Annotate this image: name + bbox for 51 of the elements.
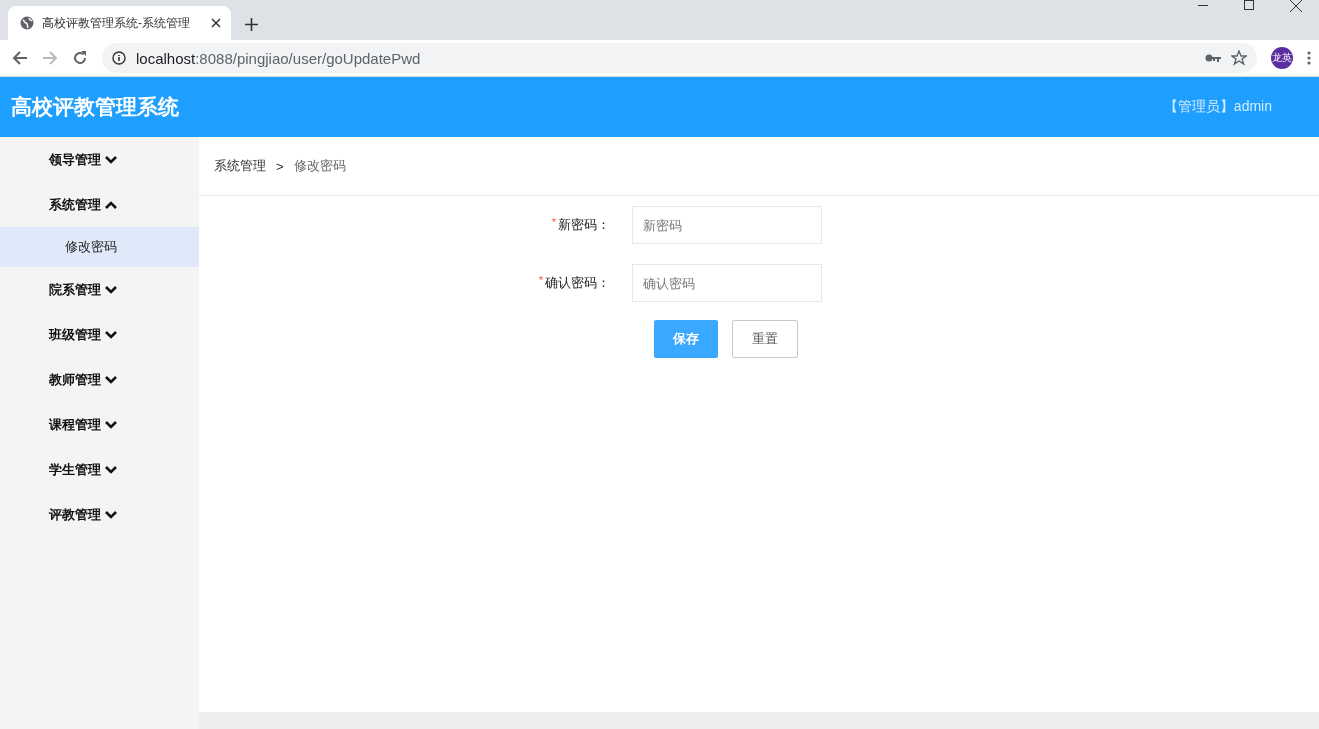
close-icon[interactable] (211, 18, 221, 28)
menu-group[interactable]: 教师管理 (0, 357, 199, 402)
chevron-down-icon (104, 284, 118, 295)
back-arrow-icon[interactable] (12, 50, 28, 66)
chevron-down-icon (104, 329, 118, 340)
more-menu-icon[interactable] (1307, 51, 1311, 65)
field-label: *确认密码： (537, 274, 611, 292)
menu-group-label: 领导管理 (49, 150, 101, 169)
globe-icon (20, 16, 34, 30)
menu-group-label: 院系管理 (49, 280, 101, 299)
menu-group-label: 评教管理 (49, 505, 101, 524)
menu-group-label: 课程管理 (49, 415, 101, 434)
profile-avatar[interactable]: 龙英 (1271, 47, 1293, 69)
key-icon[interactable] (1205, 53, 1221, 63)
close-icon[interactable] (1290, 0, 1302, 12)
app-title: 高校评教管理系统 (11, 94, 179, 120)
user-label: 【管理员】admin (1163, 98, 1272, 116)
menu-group[interactable]: 评教管理 (0, 492, 199, 537)
plus-icon[interactable] (245, 18, 258, 31)
tab-title: 高校评教管理系统-系统管理 (42, 14, 191, 32)
chevron-down-icon (104, 154, 118, 165)
menu-group[interactable]: 班级管理 (0, 312, 199, 357)
menu-group[interactable]: 课程管理 (0, 402, 199, 447)
star-icon[interactable] (1231, 50, 1247, 66)
menu-group-label: 班级管理 (49, 325, 101, 344)
submenu-item[interactable]: 修改密码 (0, 227, 199, 267)
breadcrumb-separator: > (276, 158, 284, 174)
breadcrumb-item: 修改密码 (293, 157, 346, 175)
menu-group[interactable]: 学生管理 (0, 447, 199, 492)
menu-group-label: 系统管理 (49, 195, 101, 214)
field-label: *新密码： (550, 216, 611, 234)
menu-group[interactable]: 系统管理 (0, 182, 199, 227)
password-field[interactable]: 新密码 (632, 206, 822, 244)
reset-button[interactable]: 重置 (732, 320, 798, 358)
chevron-down-icon (104, 419, 118, 430)
chevron-down-icon (104, 464, 118, 475)
chevron-down-icon (104, 509, 118, 520)
reload-icon[interactable] (72, 50, 88, 66)
maximize-icon[interactable] (1244, 0, 1254, 10)
breadcrumb-item[interactable]: 系统管理 (214, 157, 266, 175)
menu-group-label: 学生管理 (49, 460, 101, 479)
url-text: localhost:8088/pingjiao/user/goUpdatePwd (136, 49, 422, 67)
password-field[interactable]: 确认密码 (632, 264, 822, 302)
browser-tab[interactable]: 高校评教管理系统-系统管理 (8, 6, 231, 40)
chevron-down-icon (104, 374, 118, 385)
menu-group[interactable]: 院系管理 (0, 267, 199, 312)
info-icon (112, 51, 126, 65)
menu-group-label: 教师管理 (49, 370, 101, 389)
menu-group[interactable]: 领导管理 (0, 137, 199, 182)
chevron-up-icon (104, 199, 118, 210)
address-bar[interactable]: localhost:8088/pingjiao/user/goUpdatePwd (102, 43, 1257, 73)
